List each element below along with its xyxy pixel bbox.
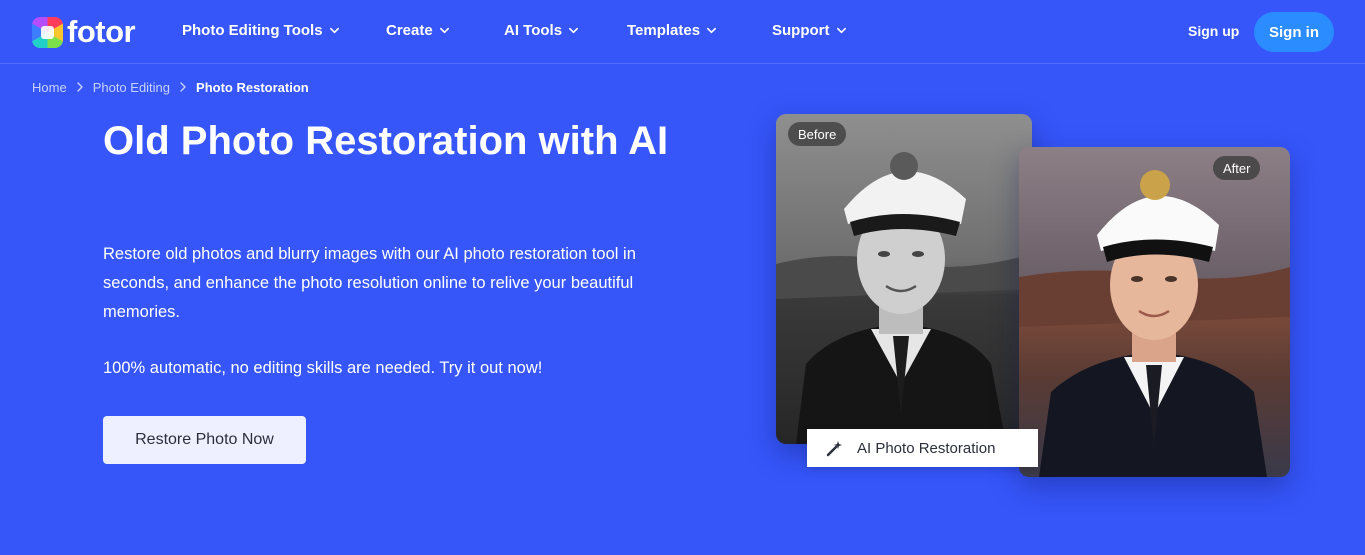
after-photo-image bbox=[1019, 147, 1290, 477]
hero-note: 100% automatic, no editing skills are ne… bbox=[103, 359, 543, 377]
nav-ai-tools[interactable]: AI Tools bbox=[504, 22, 579, 39]
nav-create[interactable]: Create bbox=[386, 22, 450, 39]
sign-in-button[interactable]: Sign in bbox=[1254, 12, 1334, 52]
nav-label: AI Tools bbox=[504, 22, 563, 39]
nav-label: Create bbox=[386, 22, 433, 39]
top-navigation-bar: fotor Photo Editing Tools Create AI Tool… bbox=[0, 0, 1365, 64]
before-photo bbox=[776, 114, 1032, 444]
breadcrumb-photo-editing[interactable]: Photo Editing bbox=[93, 80, 170, 95]
hero-description: Restore old photos and blurry images wit… bbox=[103, 245, 636, 321]
logo-text: fotor bbox=[67, 14, 136, 49]
breadcrumb-current-page: Photo Restoration bbox=[196, 79, 309, 95]
restore-photo-now-button[interactable]: Restore Photo Now bbox=[103, 416, 306, 464]
chevron-down-icon bbox=[329, 27, 339, 34]
after-label: After bbox=[1213, 156, 1261, 180]
breadcrumb-home[interactable]: Home bbox=[32, 80, 67, 95]
breadcrumb: Home Photo Editing Photo Restoration bbox=[32, 79, 309, 95]
nav-label: Photo Editing Tools bbox=[182, 22, 323, 39]
fotor-logo[interactable]: fotor bbox=[32, 14, 136, 49]
nav-label: Support bbox=[772, 22, 830, 39]
chevron-down-icon bbox=[836, 27, 846, 34]
chevron-right-icon bbox=[180, 82, 186, 92]
after-photo bbox=[1019, 147, 1290, 477]
chevron-down-icon bbox=[439, 27, 449, 34]
page-title: Old Photo Restoration with AI bbox=[103, 119, 669, 163]
before-photo-image bbox=[776, 114, 1032, 444]
chevron-right-icon bbox=[76, 82, 83, 92]
nav-templates[interactable]: Templates bbox=[627, 22, 717, 39]
nav-label: Templates bbox=[627, 22, 701, 39]
fotor-logo-icon bbox=[32, 16, 63, 48]
nav-support[interactable]: Support bbox=[772, 22, 847, 39]
before-label: Before bbox=[788, 122, 847, 146]
chevron-down-icon bbox=[707, 27, 717, 34]
chevron-down-icon bbox=[569, 27, 579, 34]
magic-wand-icon bbox=[826, 441, 842, 457]
ai-photo-restoration-label: AI Photo Restoration bbox=[807, 429, 1038, 467]
sign-up-link[interactable]: Sign up bbox=[1188, 23, 1239, 39]
nav-photo-editing-tools[interactable]: Photo Editing Tools bbox=[182, 22, 340, 39]
feature-label-text: AI Photo Restoration bbox=[857, 439, 996, 457]
